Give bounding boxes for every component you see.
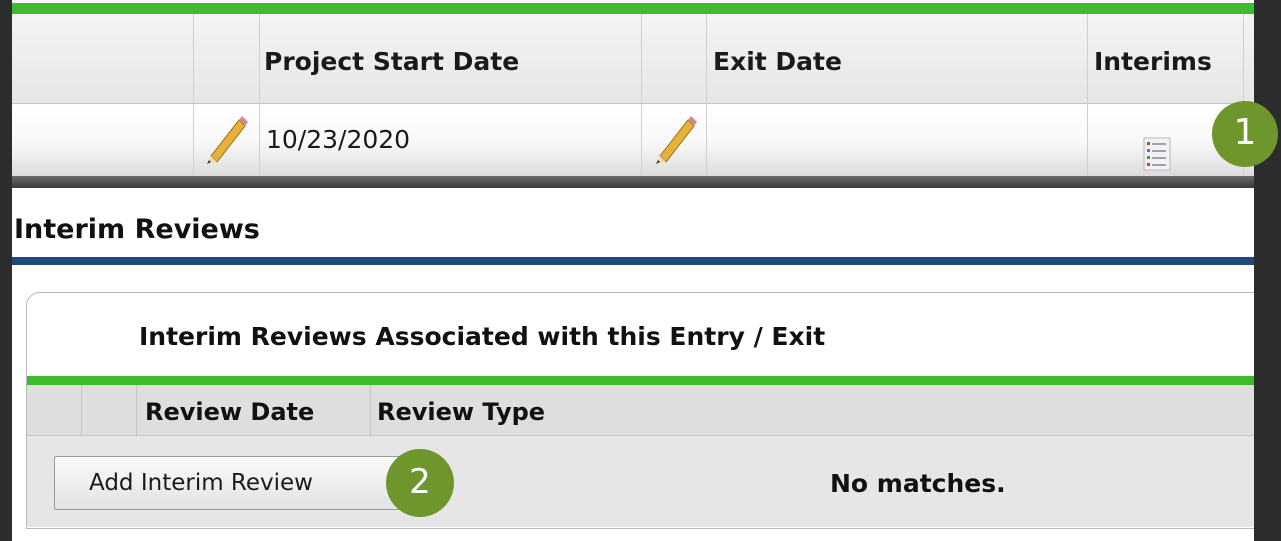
review-date-header: Review Date xyxy=(145,398,315,426)
column-divider xyxy=(136,385,137,435)
empty-state-text: No matches. xyxy=(830,469,1006,498)
interims-header: Interims xyxy=(1094,47,1212,76)
review-type-header: Review Type xyxy=(377,398,546,426)
pencil-icon[interactable] xyxy=(199,112,249,164)
interim-reviews-subtitle: Interim Reviews Associated with this Ent… xyxy=(139,322,826,351)
add-interim-review-button[interactable]: Add Interim Review xyxy=(54,456,404,510)
interim-reviews-title: Interim Reviews xyxy=(14,214,260,245)
table-top-rule xyxy=(12,3,1254,14)
step-badge-2: 2 xyxy=(386,449,454,517)
subtable-top-rule xyxy=(27,376,1254,385)
project-start-date-header: Project Start Date xyxy=(264,47,520,76)
table-header-row xyxy=(12,14,1254,104)
entry-exit-panel: Project Start Date Exit Date Interims 10… xyxy=(12,0,1254,541)
interims-document-icon[interactable] xyxy=(1138,137,1178,171)
column-divider xyxy=(370,385,371,435)
exit-date-header: Exit Date xyxy=(713,47,842,76)
section-divider xyxy=(12,176,1254,188)
project-start-date-value: 10/23/2020 xyxy=(266,125,411,154)
section-rule xyxy=(12,257,1254,265)
column-divider xyxy=(641,14,642,182)
column-divider xyxy=(81,385,82,435)
step-badge-1: 1 xyxy=(1212,101,1278,167)
column-divider xyxy=(259,14,260,182)
column-divider xyxy=(193,14,194,182)
column-divider xyxy=(706,14,707,182)
pencil-icon[interactable] xyxy=(648,112,698,164)
column-divider xyxy=(1087,14,1088,182)
